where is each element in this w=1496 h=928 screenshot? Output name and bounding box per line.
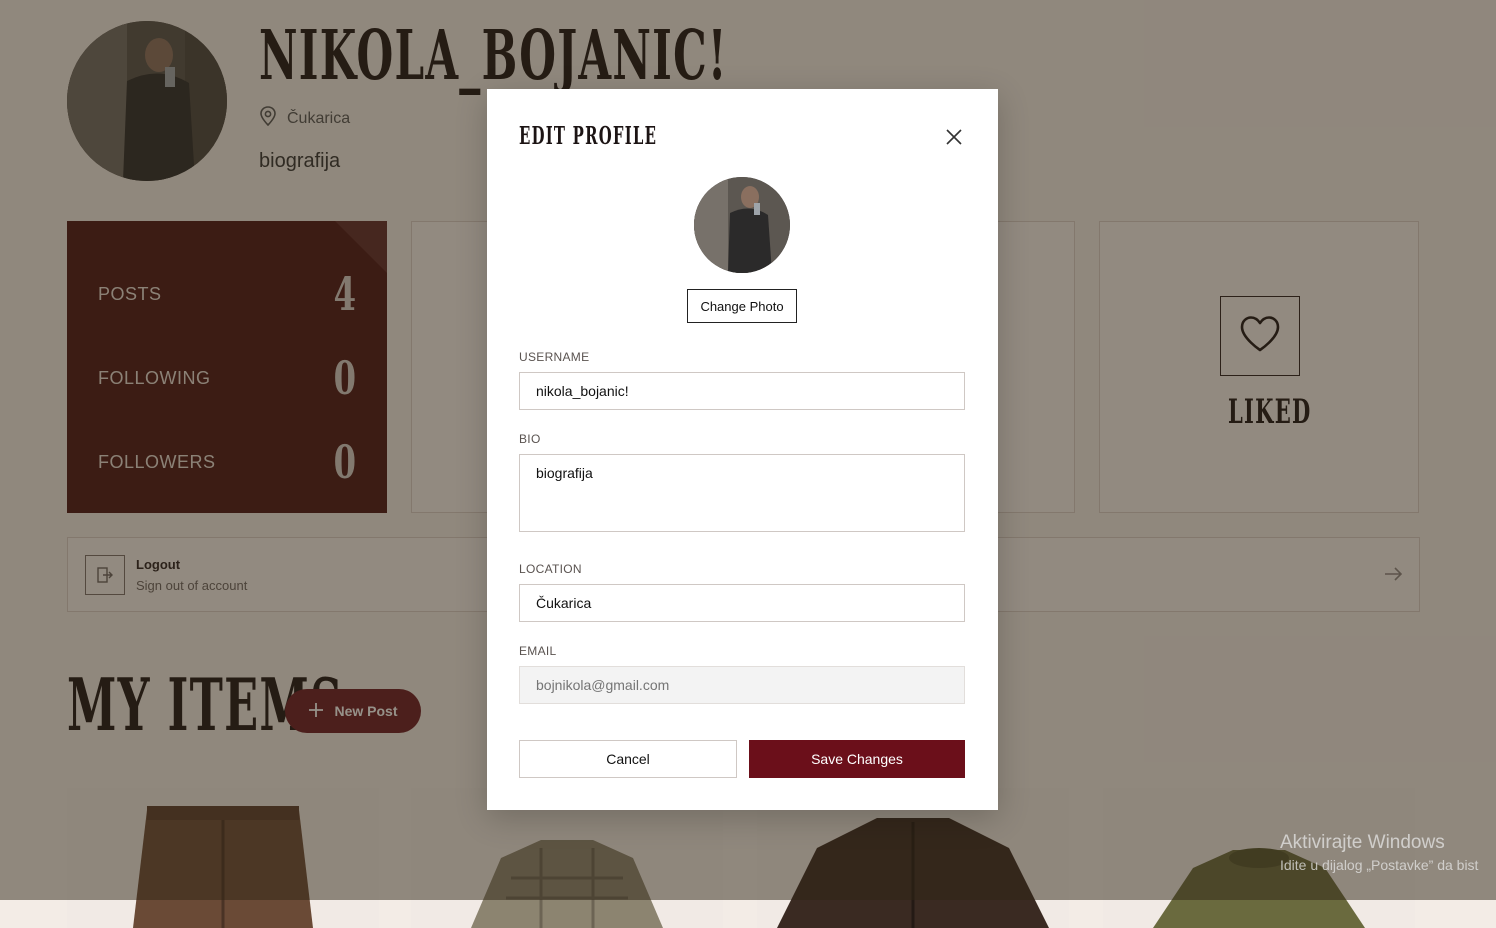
save-changes-button[interactable]: Save Changes [749, 740, 965, 778]
windows-activation-watermark: Aktivirajte Windows Idite u dijalog „Pos… [1280, 832, 1478, 873]
bio-textarea[interactable]: biografija [519, 454, 965, 532]
close-button[interactable] [942, 125, 966, 149]
username-label: USERNAME [519, 350, 590, 364]
profile-page: NIKOLA_BOJANIC! Čukarica biografija POST… [0, 0, 1496, 928]
email-label: EMAIL [519, 644, 557, 658]
watermark-title: Aktivirajte Windows [1280, 832, 1445, 853]
modal-avatar [694, 177, 790, 273]
location-label: LOCATION [519, 562, 582, 576]
cancel-button[interactable]: Cancel [519, 740, 737, 778]
watermark-subtitle: Idite u dijalog „Postavke” da bist [1280, 857, 1479, 873]
close-icon [942, 129, 966, 152]
username-input[interactable] [519, 372, 965, 410]
bio-label: BIO [519, 432, 541, 446]
email-input[interactable] [519, 666, 965, 704]
modal-title: EDIT PROFILE [519, 121, 658, 150]
location-input[interactable] [519, 584, 965, 622]
change-photo-button[interactable]: Change Photo [687, 289, 797, 323]
edit-profile-modal: EDIT PROFILE Change Photo USERNAME BIO b… [487, 89, 998, 810]
